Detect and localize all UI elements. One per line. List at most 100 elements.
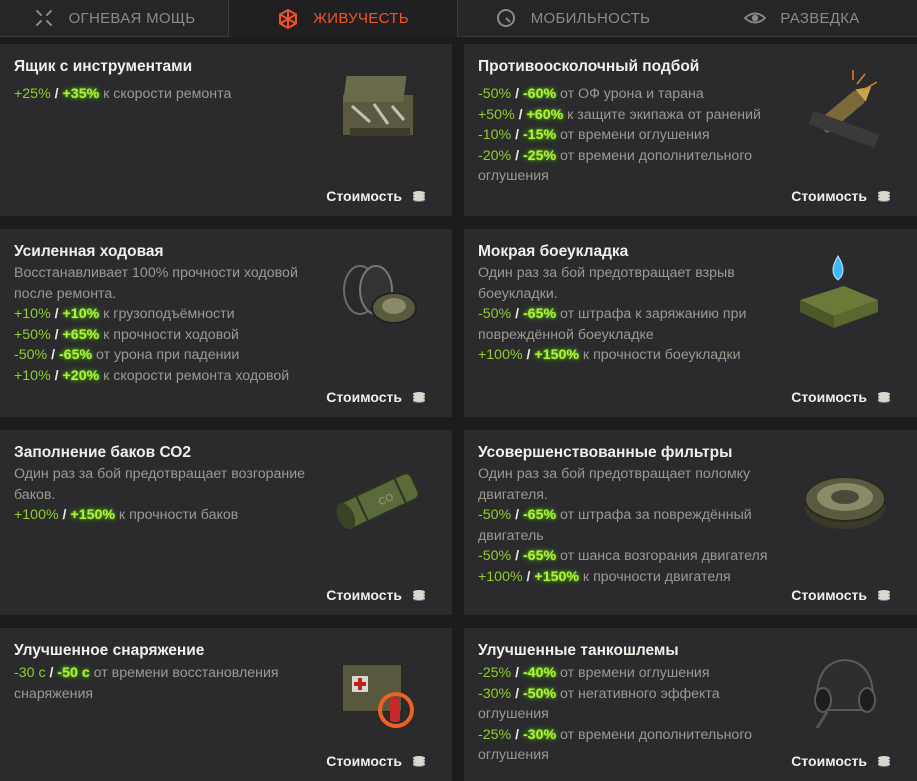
effect-line: -50% / -65% от урона при падении — [14, 345, 314, 366]
value-separator: / — [45, 665, 58, 681]
equipment-card[interactable]: Усиленная ходовая Восстанавливает 100% пр… — [0, 229, 452, 417]
effect-line: -20% / -25% от времени дополнительного о… — [478, 146, 778, 187]
equipment-card[interactable]: Улучшенное снаряжение -30 с / -50 с от вр… — [0, 628, 452, 781]
base-value: -30% — [478, 685, 512, 702]
coins-icon — [412, 392, 426, 402]
base-value: +100% — [14, 507, 59, 523]
cost-button[interactable]: Стоимость — [326, 753, 426, 769]
effect-line: -50% / -65% от штрафа за повреждённый дв… — [478, 505, 778, 546]
improved-value: +10% — [62, 306, 100, 322]
value-separator: / — [47, 347, 59, 363]
improved-value: -25% — [522, 147, 557, 164]
cost-button[interactable]: Стоимость — [326, 389, 426, 405]
effect-text: к прочности двигателя — [578, 568, 731, 585]
improved-value: -50 с — [57, 665, 90, 681]
cost-label: Стоимость — [791, 753, 867, 769]
base-value: -50% — [478, 306, 512, 322]
effect-text: от шанса возгорания двигателя — [556, 548, 768, 564]
equipment-card[interactable]: Улучшенные танкошлемы -25% / -40% от врем… — [464, 628, 917, 781]
cost-button[interactable]: Стоимость — [791, 188, 891, 204]
base-value: +25% — [14, 86, 51, 102]
card-title: Усовершенствованные фильтры — [478, 444, 733, 461]
effect-text: Один раз за бой предотвращает поломку дв… — [478, 466, 751, 503]
cost-button[interactable]: Стоимость — [791, 389, 891, 405]
base-value: -50% — [478, 86, 512, 102]
tab-survivability[interactable]: ЖИВУЧЕСТЬ — [228, 0, 458, 37]
improved-value: -65% — [522, 548, 557, 564]
effect-line: Восстанавливает 100% прочности ходовой п… — [14, 263, 314, 304]
improved-value: +35% — [62, 86, 100, 102]
base-value: -20% — [478, 147, 512, 164]
improved-value: +65% — [62, 326, 100, 343]
effect-text: к защите экипажа от ранений — [563, 106, 761, 123]
base-value: -50% — [14, 347, 48, 363]
card-title: Противоосколочный подбой — [478, 58, 700, 75]
tab-recon[interactable]: РАЗВЕДКА — [687, 0, 917, 36]
base-value: +100% — [478, 568, 523, 585]
effect-line: +100% / +150% к прочности баков — [14, 505, 314, 526]
effect-line: +100% / +150% к прочности двигателя — [478, 567, 778, 588]
effect-line: +25% / +35% к скорости ремонта — [14, 84, 314, 105]
base-value: +50% — [478, 106, 515, 123]
cost-button[interactable]: Стоимость — [326, 188, 426, 204]
coins-icon — [877, 392, 891, 402]
equipment-card[interactable]: Заполнение баков СО2 Один раз за бой пред… — [0, 430, 452, 615]
card-title: Улучшенные танкошлемы — [478, 642, 679, 659]
effect-text: Один раз за бой предотвращает взрыв боеу… — [478, 265, 735, 302]
equipment-kit-icon — [330, 648, 426, 738]
card-effects: Один раз за бой предотвращает возгорание… — [14, 464, 314, 526]
improved-value: -60% — [522, 86, 557, 102]
effect-text: к скорости ремонта ходовой — [99, 367, 290, 384]
value-separator: / — [511, 726, 523, 743]
cube-icon — [277, 8, 299, 30]
coins-icon — [412, 191, 426, 201]
effect-text: Восстанавливает 100% прочности ходовой п… — [14, 265, 298, 302]
effect-line: -50% / -65% от шанса возгорания двигател… — [478, 546, 778, 567]
value-separator: / — [511, 665, 523, 681]
effect-line: +100% / +150% к прочности боеукладки — [478, 345, 768, 366]
effect-text: к прочности баков — [114, 507, 239, 523]
equipment-card[interactable]: Усовершенствованные фильтры Один раз за б… — [464, 430, 917, 615]
cost-button[interactable]: Стоимость — [791, 753, 891, 769]
cost-label: Стоимость — [326, 188, 402, 204]
card-effects: -30 с / -50 с от времени восстановления … — [14, 663, 314, 704]
effect-line: -50% / -65% от штрафа к заряжанию при по… — [478, 304, 768, 345]
tab-firepower[interactable]: ОГНЕВАЯ МОЩЬ — [0, 0, 228, 36]
value-separator: / — [50, 326, 63, 343]
toolbox-icon — [330, 66, 426, 156]
card-title: Усиленная ходовая — [14, 243, 164, 260]
coins-icon — [877, 191, 891, 201]
spall-liner-icon — [795, 64, 891, 154]
effect-text: от ОФ урона и тарана — [556, 86, 704, 102]
value-separator: / — [522, 568, 535, 585]
value-separator: / — [58, 507, 71, 523]
equipment-card[interactable]: Противоосколочный подбой -50% / -60% от О… — [464, 44, 917, 216]
equipment-card[interactable]: Мокрая боеукладка Один раз за бой предотв… — [464, 229, 917, 417]
base-value: -50% — [478, 507, 512, 523]
value-separator: / — [50, 86, 63, 102]
value-separator: / — [50, 367, 63, 384]
card-effects: -25% / -40% от времени оглушения -30% / -… — [478, 663, 768, 766]
eye-icon — [744, 7, 767, 29]
card-effects: Один раз за бой предотвращает поломку дв… — [478, 464, 778, 587]
improved-value: +150% — [534, 347, 579, 363]
co2-tank-icon: CO — [330, 455, 426, 545]
improved-value: -15% — [522, 127, 557, 143]
cost-label: Стоимость — [791, 587, 867, 603]
effect-text: к скорости ремонта — [99, 86, 232, 102]
base-value: +10% — [14, 367, 51, 384]
tab-mobility[interactable]: МОБИЛЬНОСТЬ — [458, 0, 687, 36]
effect-text: Один раз за бой предотвращает возгорание… — [14, 466, 306, 503]
speedometer-icon — [495, 7, 517, 29]
cost-label: Стоимость — [326, 753, 402, 769]
cost-button[interactable]: Стоимость — [326, 587, 426, 603]
effect-line: -50% / -60% от ОФ урона и тарана — [478, 84, 778, 105]
equipment-card[interactable]: Ящик с инструментами +25% / +35% к скорос… — [0, 44, 452, 216]
effect-text: к прочности боеукладки — [578, 347, 741, 363]
effect-line: -25% / -40% от времени оглушения — [478, 663, 768, 684]
card-title: Ящик с инструментами — [14, 58, 193, 75]
effect-line: -30% / -50% от негативного эффекта оглуш… — [478, 684, 768, 725]
effect-text: от времени оглушения — [556, 665, 710, 681]
cost-button[interactable]: Стоимость — [791, 587, 891, 603]
value-separator: / — [514, 106, 527, 123]
